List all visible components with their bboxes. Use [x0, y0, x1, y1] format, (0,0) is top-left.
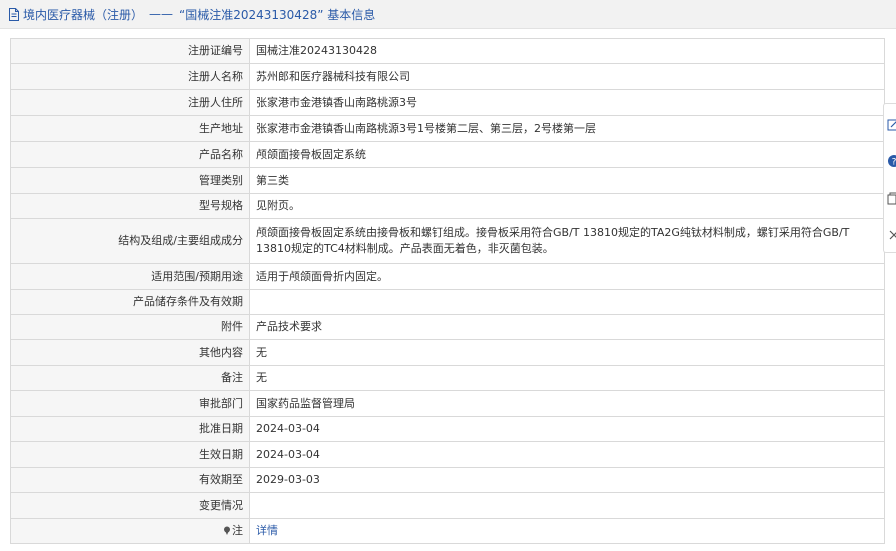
row-label-registrant-name: 注册人名称: [10, 63, 250, 90]
table-row: 其他内容 无: [10, 339, 885, 366]
row-value-model-spec: 见附页。: [249, 193, 885, 219]
row-label-effective-date: 生效日期: [10, 441, 250, 468]
details-link[interactable]: 详情: [256, 524, 278, 537]
row-value-product-name: 颅颌面接骨板固定系统: [249, 141, 885, 168]
row-label-other-content: 其他内容: [10, 339, 250, 366]
row-label-attachment: 附件: [10, 314, 250, 340]
header-category[interactable]: 境内医疗器械（注册）: [23, 6, 143, 23]
table-row: 管理类别 第三类: [10, 167, 885, 194]
row-label-note: 注: [10, 518, 250, 544]
row-label-production-address: 生产地址: [10, 115, 250, 142]
table-row: 型号规格 见附页。: [10, 193, 885, 219]
copy-icon[interactable]: [887, 191, 896, 205]
row-value-expiry-date: 2029-03-03: [249, 467, 885, 493]
row-value-approval-date: 2024-03-04: [249, 416, 885, 442]
row-label-approval-department: 审批部门: [10, 390, 250, 417]
table-row: 批准日期 2024-03-04: [10, 416, 885, 442]
row-value-production-address: 张家港市金港镇香山南路桃源3号1号楼第二层、第三层，2号楼第一层: [249, 115, 885, 142]
row-value-storage-conditions: [249, 289, 885, 315]
table-row: 注册人名称 苏州郎和医疗器械科技有限公司: [10, 63, 885, 90]
row-value-structure-composition: 颅颌面接骨板固定系统由接骨板和螺钉组成。接骨板采用符合GB/T 13810规定的…: [249, 218, 885, 264]
row-value-attachment: 产品技术要求: [249, 314, 885, 340]
row-label-management-category: 管理类别: [10, 167, 250, 194]
row-value-management-category: 第三类: [249, 167, 885, 194]
row-label-model-spec: 型号规格: [10, 193, 250, 219]
row-value-other-content: 无: [249, 339, 885, 366]
row-label-product-name: 产品名称: [10, 141, 250, 168]
detail-table: 注册证编号 国械注准20243130428 注册人名称 苏州郎和医疗器械科技有限…: [10, 38, 885, 544]
row-value-effective-date: 2024-03-04: [249, 441, 885, 468]
table-row: 产品名称 颅颌面接骨板固定系统: [10, 141, 885, 168]
row-value-registration-number: 国械注准20243130428: [249, 38, 885, 64]
side-toolbar: ?: [883, 103, 896, 253]
table-row: 注册人住所 张家港市金港镇香山南路桃源3号: [10, 89, 885, 116]
row-label-registration-number: 注册证编号: [10, 38, 250, 64]
row-value-registrant-name: 苏州郎和医疗器械科技有限公司: [249, 63, 885, 90]
header-separator: ——: [149, 7, 174, 21]
row-label-change-history: 变更情况: [10, 492, 250, 519]
row-label-approval-date: 批准日期: [10, 416, 250, 442]
row-label-storage-conditions: 产品储存条件及有效期: [10, 289, 250, 315]
table-row: 生效日期 2024-03-04: [10, 441, 885, 468]
row-value-intended-use: 适用于颅颌面骨折内固定。: [249, 263, 885, 290]
table-row: 注 详情: [10, 518, 885, 544]
table-row: 适用范围/预期用途 适用于颅颌面骨折内固定。: [10, 263, 885, 290]
row-label-intended-use: 适用范围/预期用途: [10, 263, 250, 290]
svg-text:?: ?: [892, 158, 896, 168]
table-row: 结构及组成/主要组成成分 颅颌面接骨板固定系统由接骨板和螺钉组成。接骨板采用符合…: [10, 218, 885, 264]
table-row: 审批部门 国家药品监督管理局: [10, 390, 885, 417]
detail-table-container: 注册证编号 国械注准20243130428 注册人名称 苏州郎和医疗器械科技有限…: [10, 38, 885, 544]
page-header: 境内医疗器械（注册） —— “国械注准20243130428” 基本信息: [0, 0, 896, 29]
row-label-remarks: 备注: [10, 365, 250, 391]
edit-icon[interactable]: [887, 118, 896, 132]
row-value-change-history: [249, 492, 885, 519]
row-value-note: 详情: [249, 518, 885, 544]
document-icon: [9, 7, 19, 21]
close-icon[interactable]: [887, 228, 896, 242]
row-label-structure-composition: 结构及组成/主要组成成分: [10, 218, 250, 264]
table-row: 产品储存条件及有效期: [10, 289, 885, 315]
row-value-approval-department: 国家药品监督管理局: [249, 390, 885, 417]
pin-icon: [224, 526, 230, 535]
table-row: 注册证编号 国械注准20243130428: [10, 38, 885, 64]
table-row: 备注 无: [10, 365, 885, 391]
row-value-registrant-address: 张家港市金港镇香山南路桃源3号: [249, 89, 885, 116]
page-title: “国械注准20243130428” 基本信息: [179, 7, 376, 22]
table-row: 有效期至 2029-03-03: [10, 467, 885, 493]
row-label-registrant-address: 注册人住所: [10, 89, 250, 116]
help-icon[interactable]: ?: [887, 154, 896, 168]
note-label: 注: [232, 524, 243, 537]
table-row: 变更情况: [10, 492, 885, 519]
row-label-expiry-date: 有效期至: [10, 467, 250, 493]
table-row: 生产地址 张家港市金港镇香山南路桃源3号1号楼第二层、第三层，2号楼第一层: [10, 115, 885, 142]
row-value-remarks: 无: [249, 365, 885, 391]
table-row: 附件 产品技术要求: [10, 314, 885, 340]
